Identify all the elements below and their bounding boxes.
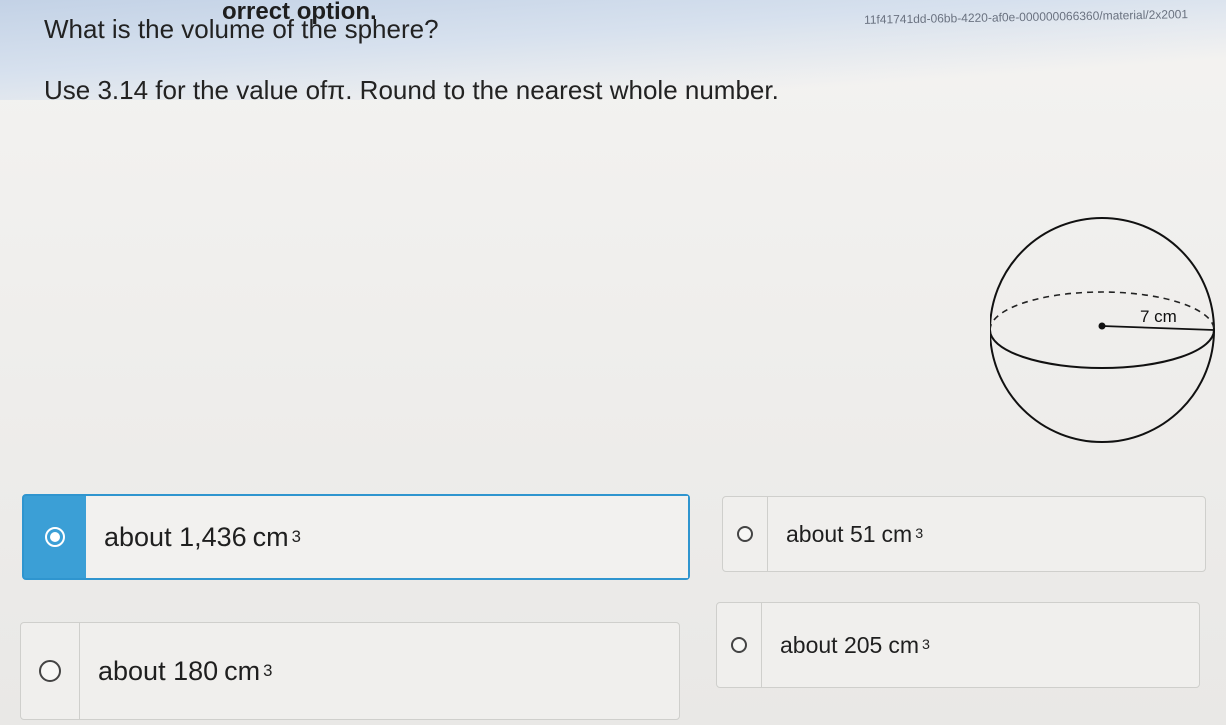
answer-option-d[interactable]: about 205 cm 3 bbox=[716, 602, 1200, 688]
radio-cell bbox=[717, 603, 762, 687]
radius-label: 7 cm bbox=[1140, 307, 1177, 326]
answer-unit: cm bbox=[224, 655, 261, 686]
sphere-outline bbox=[990, 217, 1215, 443]
radius-line bbox=[1101, 325, 1215, 331]
answer-label: about 51 cm 3 bbox=[768, 497, 923, 571]
answer-value: 180 bbox=[173, 655, 219, 686]
question-instructions: Use 3.14 for the value ofπ. Round to the… bbox=[44, 75, 779, 105]
radio-selected-icon[interactable] bbox=[45, 527, 65, 547]
answer-prefix: about bbox=[98, 655, 166, 686]
question-title: What is the volume of the sphere? bbox=[44, 14, 439, 44]
answer-exponent: 3 bbox=[915, 526, 924, 542]
center-dot bbox=[1098, 322, 1106, 330]
answer-prefix: about bbox=[104, 521, 172, 552]
equator-front bbox=[990, 329, 1215, 369]
radio-unselected-icon[interactable] bbox=[737, 526, 753, 542]
answer-exponent: 3 bbox=[263, 661, 273, 680]
answer-label: about 180 cm 3 bbox=[80, 623, 272, 719]
answer-exponent: 3 bbox=[291, 527, 301, 546]
answer-value: 1,436 bbox=[179, 521, 247, 552]
answer-value: 51 bbox=[849, 520, 876, 547]
sphere-diagram: 7 cm bbox=[990, 217, 1215, 443]
answer-prefix: about bbox=[786, 520, 844, 547]
radio-cell bbox=[723, 497, 768, 571]
answer-value: 205 bbox=[843, 631, 883, 658]
answer-label: about 1,436 cm 3 bbox=[86, 496, 688, 578]
answer-unit: cm bbox=[888, 631, 919, 658]
answer-unit: cm bbox=[252, 521, 289, 552]
radio-unselected-icon[interactable] bbox=[39, 660, 61, 682]
answer-option-a[interactable]: about 1,436 cm 3 bbox=[22, 494, 690, 580]
answer-option-b[interactable]: about 51 cm 3 bbox=[722, 496, 1206, 572]
answer-exponent: 3 bbox=[922, 637, 930, 653]
radio-unselected-icon[interactable] bbox=[731, 637, 747, 653]
answer-unit: cm bbox=[881, 520, 913, 547]
answer-prefix: about bbox=[780, 631, 838, 658]
answer-label: about 205 cm 3 bbox=[762, 603, 930, 687]
radio-cell bbox=[21, 623, 80, 719]
answer-option-c[interactable]: about 180 cm 3 bbox=[20, 622, 680, 720]
radio-cell bbox=[24, 496, 86, 578]
